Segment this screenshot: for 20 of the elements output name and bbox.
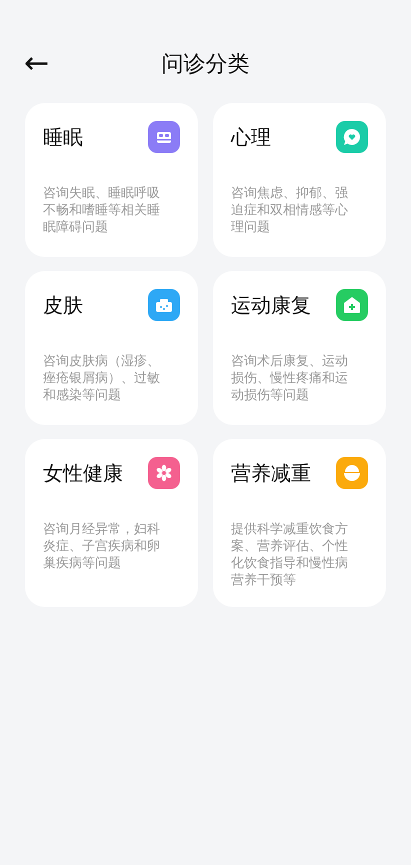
page-title: 问诊分类 (162, 52, 250, 77)
category-name: 睡眠 (43, 124, 83, 150)
category-name: 运动康复 (231, 292, 311, 318)
category-name: 女性健康 (43, 460, 123, 486)
category-name: 营养减重 (231, 460, 311, 486)
back-icon[interactable]: ← (24, 49, 50, 79)
category-description: 咨询术后康复、运动损伤、慢性疼痛和运动损伤等问题 (231, 353, 348, 404)
category-description: 咨询皮肤病（湿疹、痤疮银屑病）、过敏和感染等问题 (43, 353, 160, 404)
category-description: 咨询焦虑、抑郁、强迫症和双相情感等心理问题 (231, 185, 348, 236)
category-card[interactable]: 女性健康 咨询月经异常，妇科炎症、子宫疾病和卵巢疾病等问题 (25, 439, 198, 607)
category-card[interactable]: 心理 咨询焦虑、抑郁、强迫症和双相情感等心理问题 (213, 103, 386, 257)
category-name: 皮肤 (43, 292, 83, 318)
category-description: 提供科学减重饮食方案、营养评估、个性化饮食指导和慢性病营养干预等 (231, 521, 348, 589)
category-description: 咨询失眠、睡眠呼吸不畅和嗜睡等相关睡眠障碍问题 (43, 185, 160, 236)
category-description: 咨询月经异常，妇科炎症、子宫疾病和卵巢疾病等问题 (43, 521, 160, 572)
category-card[interactable]: 运动康复 咨询术后康复、运动损伤、慢性疼痛和运动损伤等问题 (213, 271, 386, 425)
category-card[interactable]: 营养减重 提供科学减重饮食方案、营养评估、个性化饮食指导和慢性病营养干预等 (213, 439, 386, 607)
category-name: 心理 (231, 124, 271, 150)
category-card[interactable]: 睡眠 咨询失眠、睡眠呼吸不畅和嗜睡等相关睡眠障碍问题 (25, 103, 198, 257)
category-card[interactable]: 皮肤 咨询皮肤病（湿疹、痤疮银屑病）、过敏和感染等问题 (25, 271, 198, 425)
